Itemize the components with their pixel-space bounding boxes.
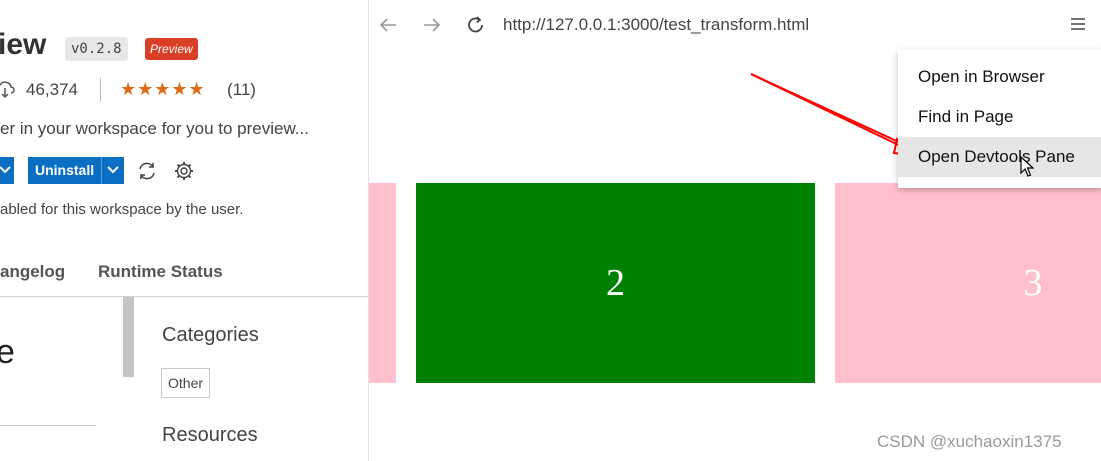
readme-rule [0,425,96,426]
tabs-divider [0,296,368,297]
chevron-down-icon [0,166,11,174]
stat-separator [100,78,101,102]
enablement-status: abled for this workspace by the user. [0,201,244,218]
enable-dropdown-button[interactable] [0,157,14,184]
sync-icon[interactable] [136,160,158,182]
watermark: CSDN @xuchaoxin1375 [877,432,1062,451]
menu-item-open-devtools-pane[interactable]: Open Devtools Pane [898,137,1101,177]
mouse-cursor-icon [1020,156,1034,177]
tab-runtime-status[interactable]: Runtime Status [98,262,223,282]
preview-badge: Preview [145,38,198,60]
readme-heading: e [0,333,15,371]
extension-details-panel: iew v0.2.8 Preview 46,374 ★★★★★ (11) er … [0,0,368,461]
uninstall-dropdown-button[interactable] [101,157,124,184]
gear-icon[interactable] [173,160,195,182]
cloud-download-icon [0,81,15,99]
browser-context-menu: Open in Browser Find in Page Open Devtoo… [898,50,1101,188]
categories-heading: Categories [162,324,259,346]
extension-title: iew [0,28,47,61]
uninstall-button[interactable]: Uninstall [28,157,102,184]
simple-browser-pane: http://127.0.0.1:3000/test_transform.htm… [369,0,1101,461]
rating-stars[interactable]: ★★★★★ [120,79,206,100]
chevron-down-icon [107,166,119,174]
resources-heading: Resources [162,424,258,446]
readme-scrollbar[interactable] [123,297,134,377]
category-tag[interactable]: Other [161,368,211,398]
extension-description: er in your workspace for you to preview.… [0,119,309,138]
menu-item-find-in-page[interactable]: Find in Page [898,97,1101,137]
version-badge: v0.2.8 [65,37,128,61]
tab-changelog[interactable]: angelog [0,262,65,282]
menu-item-open-in-browser[interactable]: Open in Browser [898,57,1101,97]
download-count: 46,374 [26,80,78,99]
rating-count[interactable]: (11) [227,80,256,100]
